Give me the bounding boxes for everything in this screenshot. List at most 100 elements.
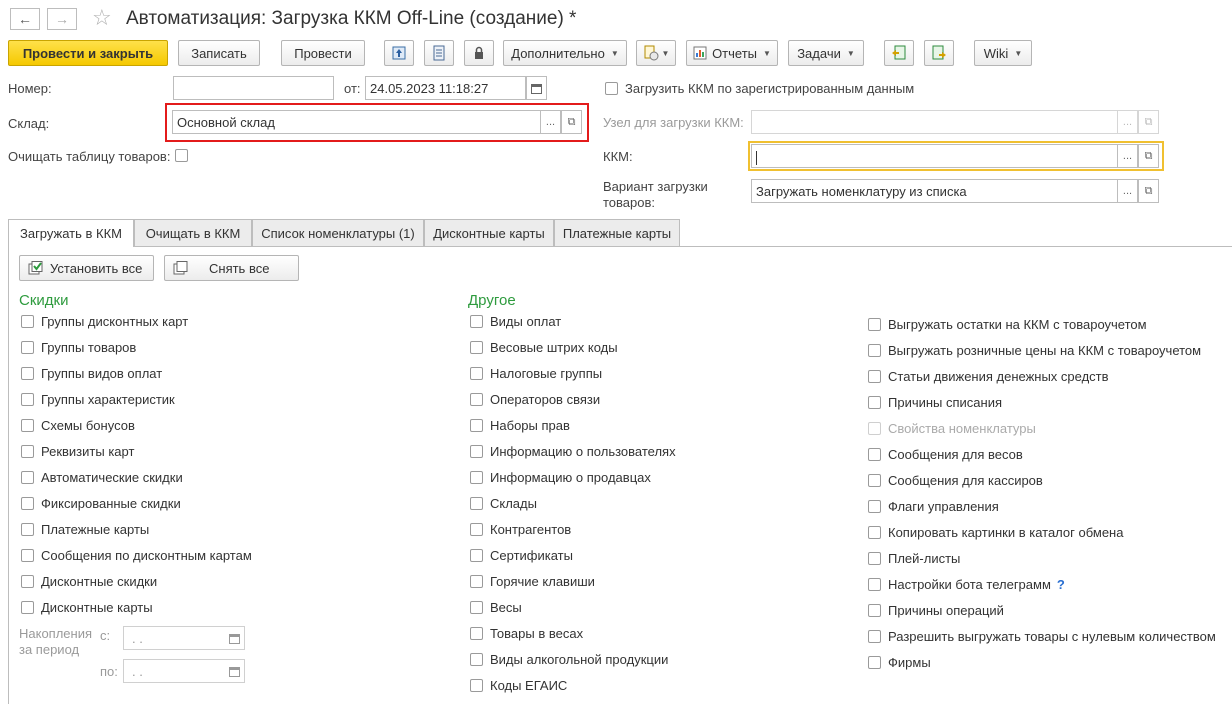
option-checkbox[interactable] xyxy=(868,318,881,331)
option-checkbox[interactable] xyxy=(21,497,34,510)
option-checkbox[interactable] xyxy=(470,575,483,588)
option-checkbox[interactable] xyxy=(470,471,483,484)
period-to-calendar-button[interactable] xyxy=(224,660,244,682)
load-registered-checkbox[interactable] xyxy=(605,82,618,95)
post-label: Провести xyxy=(294,45,352,61)
tab-discount-cards[interactable]: Дисконтные карты xyxy=(424,219,554,246)
wiki-menu-button[interactable]: Wiki ▼ xyxy=(974,40,1032,66)
option-checkbox[interactable] xyxy=(868,604,881,617)
option-checkbox[interactable] xyxy=(21,367,34,380)
option-label-text: Группы дисконтных карт xyxy=(41,314,189,329)
option-checkbox[interactable] xyxy=(868,500,881,513)
kkm-field[interactable] xyxy=(751,144,1118,168)
variant-label-line2: товаров: xyxy=(603,195,656,210)
option-checkbox[interactable] xyxy=(868,422,881,435)
tab-nomenclature-list[interactable]: Список номенклатуры (1) xyxy=(252,219,424,246)
option-label: Дисконтные карты xyxy=(41,600,153,615)
tab-payment-cards[interactable]: Платежные карты xyxy=(554,219,680,246)
reports-menu-button[interactable]: Отчеты ▼ xyxy=(686,40,778,66)
option-checkbox[interactable] xyxy=(868,396,881,409)
set-all-label: Установить все xyxy=(50,260,143,276)
option-checkbox[interactable] xyxy=(470,445,483,458)
tab-upload-to-kkm[interactable]: Загружать в ККМ xyxy=(8,219,134,247)
calendar-button[interactable] xyxy=(526,76,547,100)
post-and-close-button[interactable]: Провести и закрыть xyxy=(8,40,168,66)
option-checkbox[interactable] xyxy=(470,549,483,562)
forward-button[interactable]: → xyxy=(47,8,77,30)
option-checkbox[interactable] xyxy=(470,523,483,536)
list-button[interactable] xyxy=(424,40,454,66)
option-label: Сообщения по дисконтным картам xyxy=(41,548,252,563)
option-checkbox[interactable] xyxy=(21,523,34,536)
star-icon[interactable]: ☆ xyxy=(92,6,112,30)
tab-label: Дисконтные карты xyxy=(433,225,545,241)
option-label-text: Товары в весах xyxy=(490,626,584,641)
kkm-select-button[interactable]: ... xyxy=(1117,144,1138,168)
create-based-on-button[interactable]: ▼ xyxy=(636,40,676,66)
option-checkbox[interactable] xyxy=(21,471,34,484)
option-checkbox[interactable] xyxy=(868,552,881,565)
export-excel-button[interactable] xyxy=(924,40,954,66)
option-checkbox[interactable] xyxy=(470,601,483,614)
tasks-menu-button[interactable]: Задачи ▼ xyxy=(788,40,864,66)
option-checkbox[interactable] xyxy=(470,315,483,328)
option-checkbox[interactable] xyxy=(470,419,483,432)
option-checkbox[interactable] xyxy=(868,370,881,383)
option-label-text: Коды ЕГАИС xyxy=(490,678,568,693)
option-label: Плей-листы xyxy=(888,551,960,566)
option-checkbox[interactable] xyxy=(470,367,483,380)
variant-field[interactable]: Загружать номенклатуру из списка xyxy=(751,179,1118,203)
option-checkbox[interactable] xyxy=(470,341,483,354)
option-checkbox[interactable] xyxy=(21,341,34,354)
lock-button[interactable] xyxy=(464,40,494,66)
option-label-text: Дисконтные скидки xyxy=(41,574,158,589)
write-button[interactable]: Записать xyxy=(178,40,260,66)
node-select-button[interactable]: ... xyxy=(1117,110,1138,134)
variant-select-button[interactable]: ... xyxy=(1117,179,1138,203)
option-checkbox[interactable] xyxy=(21,601,34,614)
option-checkbox[interactable] xyxy=(470,653,483,666)
option-checkbox[interactable] xyxy=(470,497,483,510)
kkm-open-button[interactable]: ⧉ xyxy=(1138,144,1159,168)
post-button[interactable]: Провести xyxy=(281,40,365,66)
clear-all-button[interactable]: Снять все xyxy=(164,255,299,281)
set-all-button[interactable]: Установить все xyxy=(19,255,154,281)
number-field[interactable] xyxy=(173,76,334,100)
option-checkbox[interactable] xyxy=(868,448,881,461)
option-checkbox[interactable] xyxy=(868,578,881,591)
option-checkbox[interactable] xyxy=(21,549,34,562)
warehouse-field[interactable]: Основной склад xyxy=(172,110,541,134)
import-excel-button[interactable] xyxy=(884,40,914,66)
option-label-text: Группы товаров xyxy=(41,340,137,355)
option-checkbox[interactable] xyxy=(868,474,881,487)
option-checkbox[interactable] xyxy=(21,575,34,588)
option-checkbox[interactable] xyxy=(21,315,34,328)
option-checkbox[interactable] xyxy=(21,393,34,406)
help-icon[interactable]: ? xyxy=(1057,577,1065,592)
node-field[interactable] xyxy=(751,110,1118,134)
clear-table-checkbox[interactable] xyxy=(175,149,188,162)
back-button[interactable]: ← xyxy=(10,8,40,30)
warehouse-open-button[interactable]: ⧉ xyxy=(561,110,582,134)
period-from-calendar-button[interactable] xyxy=(224,627,244,649)
option-checkbox[interactable] xyxy=(21,445,34,458)
option-checkbox[interactable] xyxy=(470,393,483,406)
uncheck-all-icon xyxy=(173,261,188,275)
variant-open-button[interactable]: ⧉ xyxy=(1138,179,1159,203)
tab-clear-in-kkm[interactable]: Очищать в ККМ xyxy=(134,219,252,246)
option-label-text: Контрагентов xyxy=(490,522,572,537)
option-checkbox[interactable] xyxy=(470,627,483,640)
option-checkbox[interactable] xyxy=(21,419,34,432)
option-checkbox[interactable] xyxy=(470,679,483,692)
option-label-text: Группы характеристик xyxy=(41,392,175,407)
option-checkbox[interactable] xyxy=(868,344,881,357)
warehouse-select-button[interactable]: ... xyxy=(540,110,561,134)
more-menu-button[interactable]: Дополнительно ▼ xyxy=(503,40,627,66)
node-open-button[interactable]: ⧉ xyxy=(1138,110,1159,134)
upload-document-button[interactable] xyxy=(384,40,414,66)
option-checkbox[interactable] xyxy=(868,656,881,669)
option-checkbox[interactable] xyxy=(868,526,881,539)
option-label-text: Свойства номенклатуры xyxy=(888,421,1036,436)
option-checkbox[interactable] xyxy=(868,630,881,643)
date-field[interactable]: 24.05.2023 11:18:27 xyxy=(365,76,526,100)
